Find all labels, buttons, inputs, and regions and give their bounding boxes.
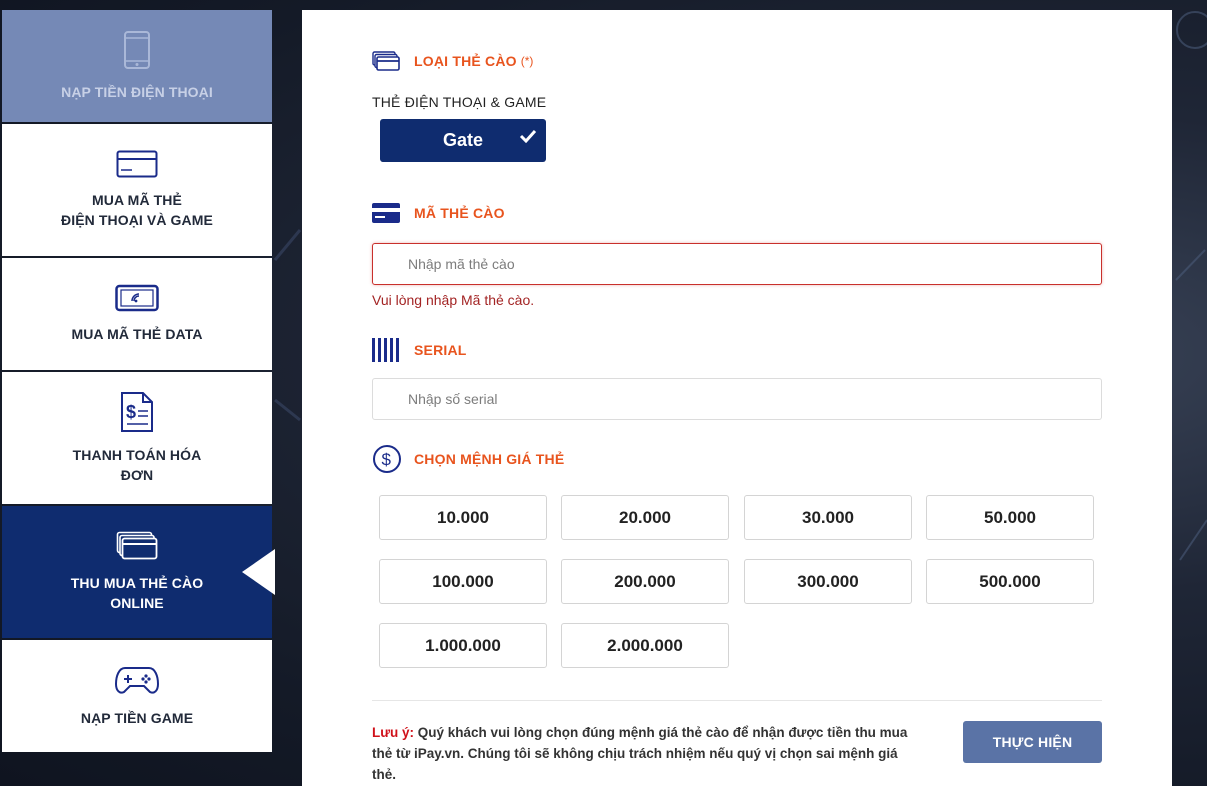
note-body: Quý khách vui lòng chọn đúng mệnh giá th… <box>372 725 908 782</box>
note-label: Lưu ý: <box>372 725 415 740</box>
denomination-option[interactable]: 300.000 <box>744 559 912 604</box>
serial-input[interactable] <box>372 378 1102 420</box>
denomination-option[interactable]: 10.000 <box>379 495 547 540</box>
denomination-option[interactable]: 100.000 <box>379 559 547 604</box>
sidebar-item-thu-mua-the-cao-online[interactable]: THU MUA THẺ CÀO ONLINE <box>2 506 275 638</box>
denomination-option[interactable]: 500.000 <box>926 559 1094 604</box>
cards-stack-icon <box>372 51 400 71</box>
gamepad-icon <box>115 667 159 694</box>
smartphone-icon <box>124 31 150 69</box>
dollar-circle-icon: $ <box>373 445 401 473</box>
sidebar-item-label: NẠP TIỀN ĐIỆN THOẠI <box>61 84 213 100</box>
sidebar-item-label: THANH TOÁN HÓA ĐƠN <box>72 447 202 483</box>
main-panel: LOẠI THẺ CÀO (*) THẺ ĐIỆN THOẠI & GAME G… <box>302 10 1172 786</box>
svg-text:$: $ <box>126 402 136 422</box>
sidebar-item-label: MUA MÃ THẺ ĐIỆN THOẠI VÀ GAME <box>61 192 213 228</box>
barcode-icon <box>372 338 399 362</box>
card-type-selected-label: Gate <box>442 130 484 150</box>
cards-stack-icon <box>116 531 158 560</box>
card-type-header: LOẠI THẺ CÀO (*) <box>372 51 533 71</box>
required-mark: (*) <box>520 54 534 68</box>
note-text: Lưu ý: Quý khách vui lòng chọn đúng mệnh… <box>372 722 912 785</box>
svg-text:$: $ <box>382 450 392 469</box>
sidebar-item-label: NẠP TIỀN GAME <box>80 710 194 726</box>
checkmark-icon <box>519 129 537 143</box>
serial-header: SERIAL <box>372 338 467 362</box>
denomination-option[interactable]: 1.000.000 <box>379 623 547 668</box>
card-code-input[interactable] <box>372 243 1102 285</box>
denomination-option[interactable]: 200.000 <box>561 559 729 604</box>
sidebar-item-nap-tien-game[interactable]: NẠP TIỀN GAME <box>2 640 272 752</box>
card-type-gate-button[interactable]: Gate <box>380 119 546 162</box>
denomination-option[interactable]: 20.000 <box>561 495 729 540</box>
card-icon <box>116 150 158 178</box>
serial-title: SERIAL <box>414 342 467 358</box>
card-code-error: Vui lòng nhập Mã thẻ cào. <box>372 292 535 308</box>
bill-icon: $ <box>121 392 153 432</box>
denomination-option[interactable]: 50.000 <box>926 495 1094 540</box>
card-type-subtitle: THẺ ĐIỆN THOẠI & GAME <box>372 94 547 110</box>
sidebar-item-label: MUA MÃ THẺ DATA <box>71 326 203 342</box>
card-type-title: LOẠI THẺ CÀO <box>414 53 517 69</box>
sidebar-item-label: THU MUA THẺ CÀO ONLINE <box>70 575 204 611</box>
sidebar-item-mua-ma-the-dien-thoai-game[interactable]: MUA MÃ THẺ ĐIỆN THOẠI VÀ GAME <box>2 124 272 256</box>
sidebar-item-nap-tien-dien-thoai[interactable]: NẠP TIỀN ĐIỆN THOẠI <box>2 10 272 122</box>
sidebar-item-thanh-toan-hoa-don[interactable]: $ THANH TOÁN HÓA ĐƠN <box>2 372 272 504</box>
card-code-header: MÃ THẺ CÀO <box>372 203 505 223</box>
card-icon <box>372 203 400 223</box>
denomination-option[interactable]: 30.000 <box>744 495 912 540</box>
submit-button[interactable]: THỰC HIỆN <box>963 721 1102 763</box>
data-phone-icon <box>115 284 159 312</box>
divider <box>372 700 1102 701</box>
denomination-title: CHỌN MỆNH GIÁ THẺ <box>414 451 565 467</box>
denomination-header: $ CHỌN MỆNH GIÁ THẺ <box>372 444 564 474</box>
card-code-title: MÃ THẺ CÀO <box>414 205 505 221</box>
sidebar-item-mua-ma-the-data[interactable]: MUA MÃ THẺ DATA <box>2 258 272 370</box>
denomination-option[interactable]: 2.000.000 <box>561 623 729 668</box>
